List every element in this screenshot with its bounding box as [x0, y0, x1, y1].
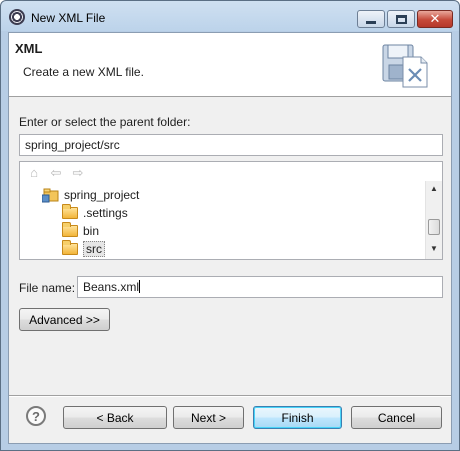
advanced-button[interactable]: Advanced >>	[19, 308, 110, 331]
dialog-body: XML Create a new XML file. Enter or sele…	[8, 32, 452, 444]
help-icon[interactable]: ?	[26, 406, 46, 426]
tree-item-bin[interactable]: bin	[62, 221, 100, 239]
back-button[interactable]: < Back	[63, 406, 167, 429]
close-icon: ✕	[429, 11, 441, 27]
project-folder-icon	[42, 188, 59, 202]
window-title: New XML File	[31, 11, 106, 25]
text-caret	[139, 280, 141, 293]
cancel-button[interactable]: Cancel	[351, 406, 442, 429]
folder-tree[interactable]: ⌂ ⇦ ⇨ spring_project .settings bin src ▲…	[19, 161, 443, 260]
xml-wizard-icon	[382, 44, 428, 88]
maximize-button[interactable]	[387, 10, 415, 28]
file-name-label: File name:	[19, 281, 76, 295]
eclipse-app-icon	[9, 9, 25, 25]
finish-button[interactable]: Finish	[253, 406, 342, 429]
scrollbar-thumb[interactable]	[428, 219, 440, 235]
maximize-icon	[395, 14, 407, 24]
tree-item-settings[interactable]: .settings	[62, 203, 128, 221]
tree-item-label: .settings	[83, 205, 128, 220]
close-button[interactable]: ✕	[417, 10, 453, 28]
tree-item-spring-project[interactable]: spring_project	[42, 186, 139, 203]
wizard-title: XML	[15, 41, 43, 56]
folder-icon	[62, 203, 78, 219]
title-bar: New XML File ✕	[1, 1, 459, 32]
minimize-icon	[366, 20, 376, 24]
tree-item-label: src	[83, 240, 105, 257]
scroll-up-icon[interactable]: ▲	[426, 181, 442, 197]
tree-item-label: spring_project	[64, 187, 140, 202]
parent-folder-label: Enter or select the parent folder:	[19, 115, 191, 129]
file-name-input[interactable]: Beans.xml	[77, 276, 443, 298]
folder-icon	[62, 239, 78, 255]
tree-toolbar: ⌂ ⇦ ⇨	[26, 164, 86, 182]
minimize-button[interactable]	[357, 10, 385, 28]
tree-scrollbar[interactable]: ▲ ▼	[425, 181, 442, 259]
tree-item-label: bin	[83, 223, 100, 238]
home-icon[interactable]: ⌂	[26, 165, 42, 181]
folder-icon	[62, 221, 78, 237]
parent-folder-input[interactable]: spring_project/src	[19, 134, 443, 156]
wizard-banner: XML Create a new XML file.	[9, 33, 451, 97]
forward-arrow-icon[interactable]: ⇨	[70, 165, 86, 181]
wizard-description: Create a new XML file.	[23, 65, 144, 79]
back-arrow-icon[interactable]: ⇦	[48, 165, 64, 181]
scroll-down-icon[interactable]: ▼	[426, 241, 442, 257]
file-name-value: Beans.xml	[83, 280, 140, 294]
tree-item-src[interactable]: src	[62, 239, 105, 257]
next-button[interactable]: Next >	[173, 406, 244, 429]
footer-separator	[9, 395, 451, 397]
new-xml-file-dialog: New XML File ✕ XML Create a new XML file…	[0, 0, 460, 451]
